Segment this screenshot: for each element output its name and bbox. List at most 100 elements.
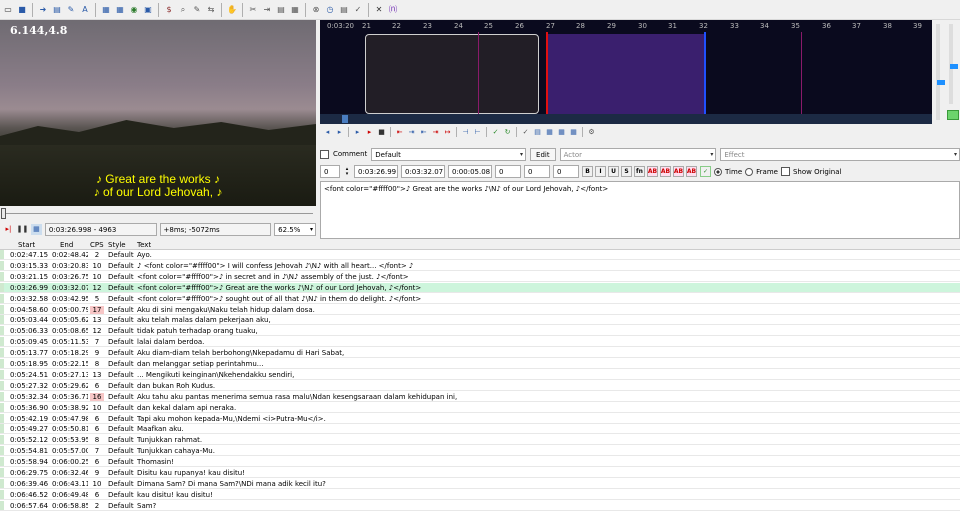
subtitle-row[interactable]: 0:05:24.51 0:05:27.13 13 Default... Mengiku… (0, 369, 960, 380)
audio-settings-icon[interactable]: ⚙ (586, 127, 597, 138)
timing-mode-icon[interactable]: ▦ (568, 127, 579, 138)
underline-button[interactable]: U (608, 166, 619, 177)
end-time-field[interactable]: 0:03:32.07 (401, 165, 445, 178)
subtitle-row[interactable]: 0:03:26.99 0:03:32.07 12 Default <font color… (0, 282, 960, 293)
video-display[interactable]: 6.144,4.8 ♪ Great are the works ♪ ♪ of o… (0, 20, 316, 206)
subtitle-row[interactable]: 0:04:58.60 0:05:00.79 17 Default Aku di sini… (0, 304, 960, 315)
subtitle-row[interactable]: 0:05:49.27 0:05:50.81 6 Default Maafkan aku. (0, 424, 960, 435)
save-icon[interactable]: ■ (16, 4, 28, 16)
video-autoscroll-icon[interactable]: ▦ (30, 223, 42, 235)
delete-icon[interactable]: ⊗ (310, 4, 322, 16)
margin-vertical-field[interactable]: 0 (553, 165, 579, 178)
header-start[interactable]: Start (18, 241, 35, 249)
play-after-icon[interactable]: ⇥ (406, 127, 417, 138)
effect-field[interactable]: Effect ▾ (720, 147, 960, 161)
translation-icon[interactable]: ◉ (128, 4, 140, 16)
subtitle-row[interactable]: 0:05:42.19 0:05:47.98 6 Default Tapi aku moh… (0, 413, 960, 424)
attachments-icon[interactable]: ✎ (65, 4, 77, 16)
video-zoom-select[interactable]: 62.5% ▾ (274, 222, 316, 236)
show-original-checkbox[interactable] (780, 167, 790, 176)
audio-volume-thumb[interactable] (950, 64, 958, 69)
cut-icon[interactable]: ✂ (247, 4, 259, 16)
font-button[interactable]: fn (634, 166, 645, 177)
subtitle-row[interactable]: 0:05:13.77 0:05:18.29 9 Default Aku diam-dia… (0, 348, 960, 359)
layer-field[interactable]: 0 (320, 165, 340, 178)
audio-link-toggle[interactable] (947, 110, 959, 120)
edit-style-button[interactable]: Edit (530, 147, 556, 161)
seek-thumb[interactable] (1, 208, 6, 219)
subtitle-row[interactable]: 0:03:21.15 0:03:26.75 10 Default <font color… (0, 271, 960, 282)
properties-icon[interactable]: ▤ (51, 4, 63, 16)
script-list-icon[interactable]: ▤ (338, 4, 350, 16)
audio-volume-track[interactable] (949, 24, 958, 104)
style-select[interactable]: Default ▾ (371, 147, 527, 161)
comment-checkbox[interactable] (320, 149, 329, 159)
margin-right-field[interactable]: 0 (524, 165, 550, 178)
subtitle-row[interactable]: 0:05:09.45 0:05:11.53 7 Default lalai dalam … (0, 337, 960, 348)
auto-scroll-icon[interactable]: ▤ (532, 127, 543, 138)
lead-in-icon[interactable]: ⊣ (460, 127, 471, 138)
actor-field[interactable]: Actor ▾ (559, 147, 717, 161)
prev-line-icon[interactable]: ◂ (322, 127, 333, 138)
subtitle-grid[interactable]: Start End CPS Style Text 0:02:47.15 0:02:… (0, 240, 960, 511)
play-end-icon[interactable]: ⇥ (430, 127, 441, 138)
play-to-end-icon[interactable]: ↦ (442, 127, 453, 138)
audio-scroll-thumb[interactable] (342, 115, 348, 123)
audio-waveform[interactable] (320, 32, 932, 116)
subtitle-row[interactable]: 0:06:46.52 0:06:49.48 6 Default kau disitu! … (0, 489, 960, 500)
play-selection-icon[interactable]: ▸ (352, 127, 363, 138)
timing-icon[interactable]: ✎ (191, 4, 203, 16)
audio-display[interactable]: 0:03:20 21 22 23 24 25 26 27 28 29 30 31 32 33 34 35 36 3… (320, 20, 932, 124)
layer-spinner-icon[interactable]: ▴ ▾ (343, 166, 351, 177)
margin-left-field[interactable]: 0 (495, 165, 521, 178)
header-style[interactable]: Style (108, 241, 126, 249)
time-radio[interactable] (714, 167, 722, 176)
play-line-icon[interactable]: ▸| (3, 224, 14, 235)
subtitle-text-editor[interactable]: <font color="#ffff00">♪ Great are the wo… (320, 181, 960, 239)
duration-field[interactable]: 0:00:05.08 (448, 165, 492, 178)
karaoke-icon[interactable]: ▦ (556, 127, 567, 138)
primary-color-button[interactable]: AB (647, 166, 658, 177)
selection-end-marker[interactable] (704, 32, 706, 116)
shadow-color-button[interactable]: AB (686, 166, 697, 177)
history-icon[interactable]: ◷ (324, 4, 336, 16)
start-time-field[interactable]: 0:03:26.99 (354, 165, 398, 178)
audio-zoom-track[interactable] (936, 24, 945, 120)
play-start-icon[interactable]: ⇤ (418, 127, 429, 138)
play-line-icon[interactable]: ▸ (364, 127, 375, 138)
subtitle-row[interactable]: 0:05:36.90 0:05:38.92 10 Default dan kekal d… (0, 402, 960, 413)
subtitle-row[interactable]: 0:05:52.12 0:05:53.95 8 Default Tunjukkan ra… (0, 435, 960, 446)
spell-icon[interactable]: $ (163, 4, 175, 16)
shift-times-icon[interactable]: ⇆ (205, 4, 217, 16)
strikeout-button[interactable]: S (621, 166, 632, 177)
outline-color-button[interactable]: AB (673, 166, 684, 177)
check-icon[interactable]: ✓ (352, 4, 364, 16)
subtitle-row[interactable]: 0:03:32.58 0:03:42.95 5 Default <font color=… (0, 293, 960, 304)
tools-icon[interactable]: ✕ (373, 4, 385, 16)
frame-radio[interactable] (745, 167, 754, 176)
header-end[interactable]: End (60, 241, 73, 249)
commit-check-icon[interactable]: ✓ (700, 166, 711, 177)
styles-manager-icon[interactable]: ▦ (114, 4, 126, 16)
styles-icon[interactable]: ▦ (100, 4, 112, 16)
subtitle-row[interactable]: 0:05:06.33 0:05:08.65 12 Default tidak patuh… (0, 326, 960, 337)
pause-icon[interactable]: ❚❚ (17, 224, 29, 235)
fonts-icon[interactable]: A (79, 4, 91, 16)
subtitle-row[interactable]: 0:05:58.94 0:06:00.25 6 Default Thomasin! (0, 457, 960, 468)
jump-icon[interactable]: ➜ (37, 4, 49, 16)
subtitle-row[interactable]: 0:05:03.44 0:05:05.62 13 Default aku telah m… (0, 315, 960, 326)
commit-icon[interactable]: ✓ (490, 127, 501, 138)
subtitle-row[interactable]: 0:06:29.75 0:06:32.46 9 Default Disitu kau r… (0, 468, 960, 478)
subtitle-row[interactable]: 0:05:32.34 0:05:36.71 16 Default Aku tahu ak… (0, 391, 960, 402)
selection-start-marker[interactable] (546, 32, 548, 116)
resolution-icon[interactable]: ▣ (142, 4, 154, 16)
subtitle-row[interactable]: 0:05:27.32 0:05:29.62 6 Default dan bukan Ro… (0, 380, 960, 391)
subtitle-row[interactable]: 0:02:47.15 0:02:48.42 2 Default Ayo. (0, 250, 960, 260)
kanji-icon[interactable]: ▦ (289, 4, 301, 16)
auto-commit-icon[interactable]: ✓ (520, 127, 531, 138)
video-time-field[interactable]: 0:03:26.998 - 4963 (44, 222, 157, 236)
audio-scrollbar[interactable] (320, 114, 932, 124)
subtitle-row[interactable]: 0:03:15.33 0:03:20.83 10 Default ♪ <font col… (0, 260, 960, 271)
play-before-icon[interactable]: ⇤ (394, 127, 405, 138)
italic-button[interactable]: I (595, 166, 606, 177)
